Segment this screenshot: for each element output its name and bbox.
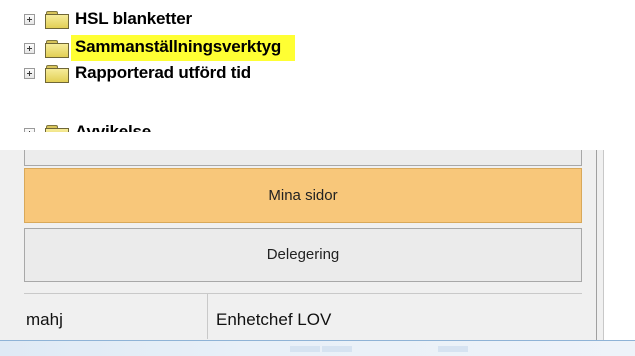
tree-item-label: Avvikelse [75,122,152,132]
folder-icon [45,39,69,58]
tree-item-rapporterad-utford-tid[interactable]: Rapporterad utförd tid [24,60,251,86]
tree-item-label: Sammanställningsverktyg [71,35,296,61]
folder-tree: HSL blanketter Sammanställningsverktyg R… [0,0,635,132]
mina-sidor-button[interactable]: Mina sidor [24,168,582,223]
status-bar: mahj Enhetchef LOV [24,293,582,339]
tree-item-sammanstallningsverktyg[interactable]: Sammanställningsverktyg [24,35,296,61]
tree-item-label: HSL blanketter [75,9,192,28]
expand-icon[interactable] [24,128,35,132]
taskbar [0,340,635,356]
taskbar-item[interactable] [322,346,352,352]
taskbar-item[interactable] [290,346,320,352]
delegering-button[interactable]: Delegering [24,228,582,282]
tree-item-hsl-blanketter[interactable]: HSL blanketter [24,6,192,32]
expand-icon[interactable] [24,67,35,79]
folder-icon [45,10,69,29]
folder-icon [45,64,69,83]
folder-icon [45,124,69,132]
status-user: mahj [24,294,208,339]
menu-button-partial[interactable] [24,150,582,166]
status-role: Enhetchef LOV [216,310,332,329]
panel-divider [596,150,597,340]
tree-item-avvikelse[interactable]: Avvikelse [24,122,152,132]
expand-icon[interactable] [24,13,35,25]
taskbar-item[interactable] [438,346,468,352]
expand-icon[interactable] [24,42,35,54]
tree-item-label: Rapporterad utförd tid [75,63,251,82]
right-pane [604,150,635,340]
